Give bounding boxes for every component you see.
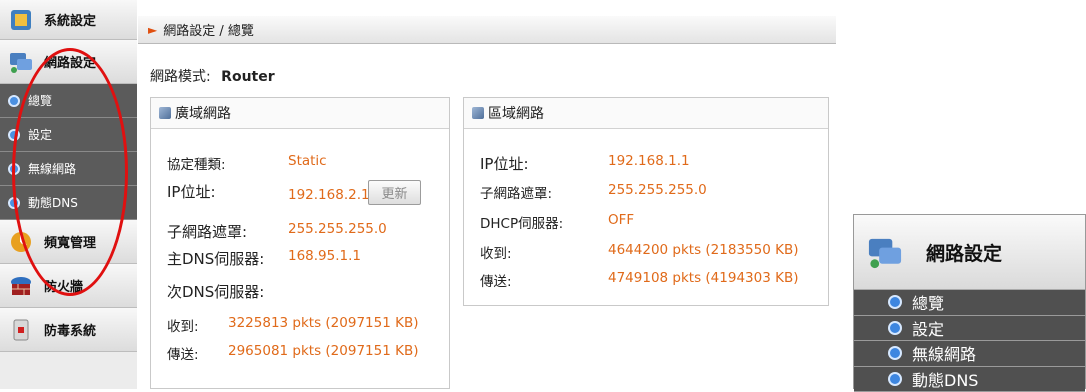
zoomed-item-label: 總覽 bbox=[912, 290, 944, 314]
field-label: 收到: bbox=[480, 242, 512, 262]
sidebar: 系統設定 網路設定 總覽 設定 無線網路 動態DNS 頻寬管理 防火牆 防毒系統 bbox=[0, 0, 137, 389]
refresh-button[interactable]: 更新 bbox=[368, 180, 421, 205]
lan-panel-header: 區域網路 bbox=[464, 98, 828, 129]
sidebar-subitem-label: 動態DNS bbox=[28, 194, 78, 211]
zoomed-menu-header[interactable]: 網路設定 bbox=[854, 215, 1085, 290]
zoomed-menu-inset: 網路設定 總覽 設定 無線網路 動態DNS bbox=[853, 214, 1086, 389]
breadcrumb-bar: ► 網路設定 / 總覽 bbox=[138, 16, 836, 44]
bullet-icon bbox=[888, 372, 902, 386]
sidebar-item-firewall[interactable]: 防火牆 bbox=[0, 264, 137, 308]
sidebar-subitem-label: 總覽 bbox=[28, 92, 52, 109]
sidebar-subitem-settings[interactable]: 設定 bbox=[0, 118, 137, 152]
zoomed-item-settings[interactable]: 設定 bbox=[854, 316, 1085, 342]
network-settings-icon bbox=[8, 49, 34, 75]
lan-received-value: 4644200 pkts (2183550 KB) bbox=[608, 242, 798, 258]
wrench-icon bbox=[472, 107, 484, 119]
sidebar-item-label: 防火牆 bbox=[44, 276, 83, 295]
bullet-icon bbox=[888, 295, 902, 309]
sidebar-subitem-overview[interactable]: 總覽 bbox=[0, 84, 137, 118]
field-label: 協定種類: bbox=[167, 157, 226, 173]
bullet-icon bbox=[8, 163, 20, 175]
field-label: 傳送: bbox=[480, 270, 512, 290]
wrench-icon bbox=[159, 107, 171, 119]
wan-row: 協定種類: bbox=[167, 153, 226, 173]
sidebar-item-system-settings[interactable]: 系統設定 bbox=[0, 0, 137, 40]
field-label: IP位址: bbox=[167, 181, 216, 202]
sidebar-item-network-settings[interactable]: 網路設定 bbox=[0, 40, 137, 84]
system-settings-icon bbox=[8, 7, 34, 33]
network-settings-icon bbox=[866, 233, 904, 271]
wan-protocol-value: Static bbox=[288, 153, 327, 169]
wan-ip-value: 192.168.2.1 bbox=[288, 187, 370, 203]
field-label: IP位址: bbox=[480, 153, 529, 174]
sidebar-item-label: 頻寬管理 bbox=[44, 232, 96, 251]
field-label: 次DNS伺服器: bbox=[167, 281, 264, 302]
sidebar-item-label: 系統設定 bbox=[44, 10, 96, 29]
zoomed-item-label: 設定 bbox=[912, 316, 944, 340]
field-label: 子網路遮罩: bbox=[480, 182, 552, 202]
field-label: 收到: bbox=[167, 315, 199, 335]
field-label: 主DNS伺服器: bbox=[167, 248, 264, 269]
network-mode: 網路模式: Router bbox=[150, 66, 275, 86]
sidebar-subitem-label: 無線網路 bbox=[28, 160, 76, 177]
lan-subnet-value: 255.255.255.0 bbox=[608, 182, 707, 198]
sidebar-item-bandwidth[interactable]: 頻寬管理 bbox=[0, 220, 137, 264]
chevron-right-icon: ► bbox=[148, 23, 157, 37]
field-label: 傳送: bbox=[167, 343, 199, 363]
network-mode-label: 網路模式: bbox=[150, 69, 211, 85]
wan-primary-dns-value: 168.95.1.1 bbox=[288, 248, 361, 264]
lan-sent-value: 4749108 pkts (4194303 KB) bbox=[608, 270, 798, 286]
zoomed-menu-title: 網路設定 bbox=[926, 239, 1002, 266]
wan-sent-value: 2965081 pkts (2097151 KB) bbox=[228, 343, 418, 359]
bullet-icon bbox=[8, 197, 20, 209]
sidebar-item-label: 防毒系統 bbox=[44, 320, 96, 339]
bullet-icon bbox=[888, 321, 902, 335]
wan-subnet-value: 255.255.255.0 bbox=[288, 221, 387, 237]
lan-panel-title: 區域網路 bbox=[488, 103, 544, 123]
wan-panel-header: 廣域網路 bbox=[151, 98, 449, 129]
zoomed-item-overview[interactable]: 總覽 bbox=[854, 290, 1085, 316]
wan-received-value: 3225813 pkts (2097151 KB) bbox=[228, 315, 418, 331]
network-mode-value: Router bbox=[221, 69, 274, 85]
firewall-icon bbox=[8, 273, 34, 299]
zoomed-item-label: 無線網路 bbox=[912, 341, 976, 365]
antivirus-icon bbox=[8, 317, 34, 343]
lan-ip-value: 192.168.1.1 bbox=[608, 153, 690, 169]
sidebar-subitem-ddns[interactable]: 動態DNS bbox=[0, 186, 137, 220]
zoomed-item-wireless[interactable]: 無線網路 bbox=[854, 341, 1085, 367]
sidebar-item-antivirus[interactable]: 防毒系統 bbox=[0, 308, 137, 352]
sidebar-subitem-label: 設定 bbox=[28, 126, 52, 143]
sidebar-subitem-wireless[interactable]: 無線網路 bbox=[0, 152, 137, 186]
sidebar-item-label: 網路設定 bbox=[44, 52, 96, 71]
breadcrumb: 網路設定 / 總覽 bbox=[163, 20, 254, 39]
zoomed-item-ddns[interactable]: 動態DNS bbox=[854, 367, 1085, 392]
lan-dhcp-value: OFF bbox=[608, 212, 634, 228]
bullet-icon bbox=[8, 95, 20, 107]
wan-panel-title: 廣域網路 bbox=[175, 103, 231, 123]
zoomed-item-label: 動態DNS bbox=[912, 367, 978, 391]
bullet-icon bbox=[888, 346, 902, 360]
field-label: 子網路遮罩: bbox=[167, 221, 247, 242]
bandwidth-icon bbox=[8, 229, 34, 255]
bullet-icon bbox=[8, 129, 20, 141]
field-label: DHCP伺服器: bbox=[480, 212, 563, 232]
